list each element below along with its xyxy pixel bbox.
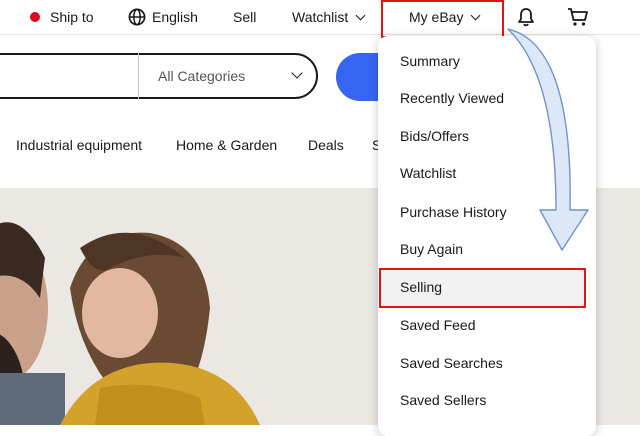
cart-button[interactable]: [566, 0, 590, 34]
watchlist-label: Watchlist: [292, 9, 349, 25]
category-select[interactable]: All Categories: [158, 53, 245, 99]
my-ebay-dropdown-lower: Selling Saved Feed Saved Searches Saved …: [378, 36, 596, 436]
flag-dot-icon: [30, 12, 40, 22]
menu-item-saved-feed[interactable]: Saved Feed: [400, 313, 476, 337]
globe-icon: [128, 8, 146, 26]
sell-label: Sell: [233, 9, 257, 25]
category-link-industrial[interactable]: Industrial equipment: [16, 130, 142, 160]
menu-item-saved-searches[interactable]: Saved Searches: [400, 351, 503, 375]
chevron-down-icon: [355, 10, 366, 20]
notifications-button[interactable]: [515, 0, 537, 34]
cart-icon: [568, 8, 588, 26]
watchlist-menu[interactable]: Watchlist: [292, 0, 366, 34]
menu-item-selling[interactable]: Selling: [400, 275, 442, 299]
category-link-home-garden[interactable]: Home & Garden: [176, 130, 277, 160]
my-ebay-menu[interactable]: My eBay: [409, 0, 481, 34]
ship-to-button[interactable]: Ship to: [30, 0, 94, 34]
category-select-label: All Categories: [158, 68, 246, 84]
my-ebay-label: My eBay: [409, 9, 464, 25]
menu-item-saved-sellers[interactable]: Saved Sellers: [400, 388, 486, 412]
language-button[interactable]: English: [128, 0, 198, 34]
sell-link[interactable]: Sell: [233, 0, 256, 34]
chevron-down-icon: [471, 10, 481, 20]
ship-to-label: Ship to: [50, 9, 94, 25]
category-divider: [138, 53, 139, 99]
category-link-deals[interactable]: Deals: [308, 130, 344, 160]
top-nav: Ship to English Sell Watchlist My eBay: [0, 0, 640, 35]
language-label: English: [152, 9, 198, 25]
bell-icon: [518, 8, 534, 27]
